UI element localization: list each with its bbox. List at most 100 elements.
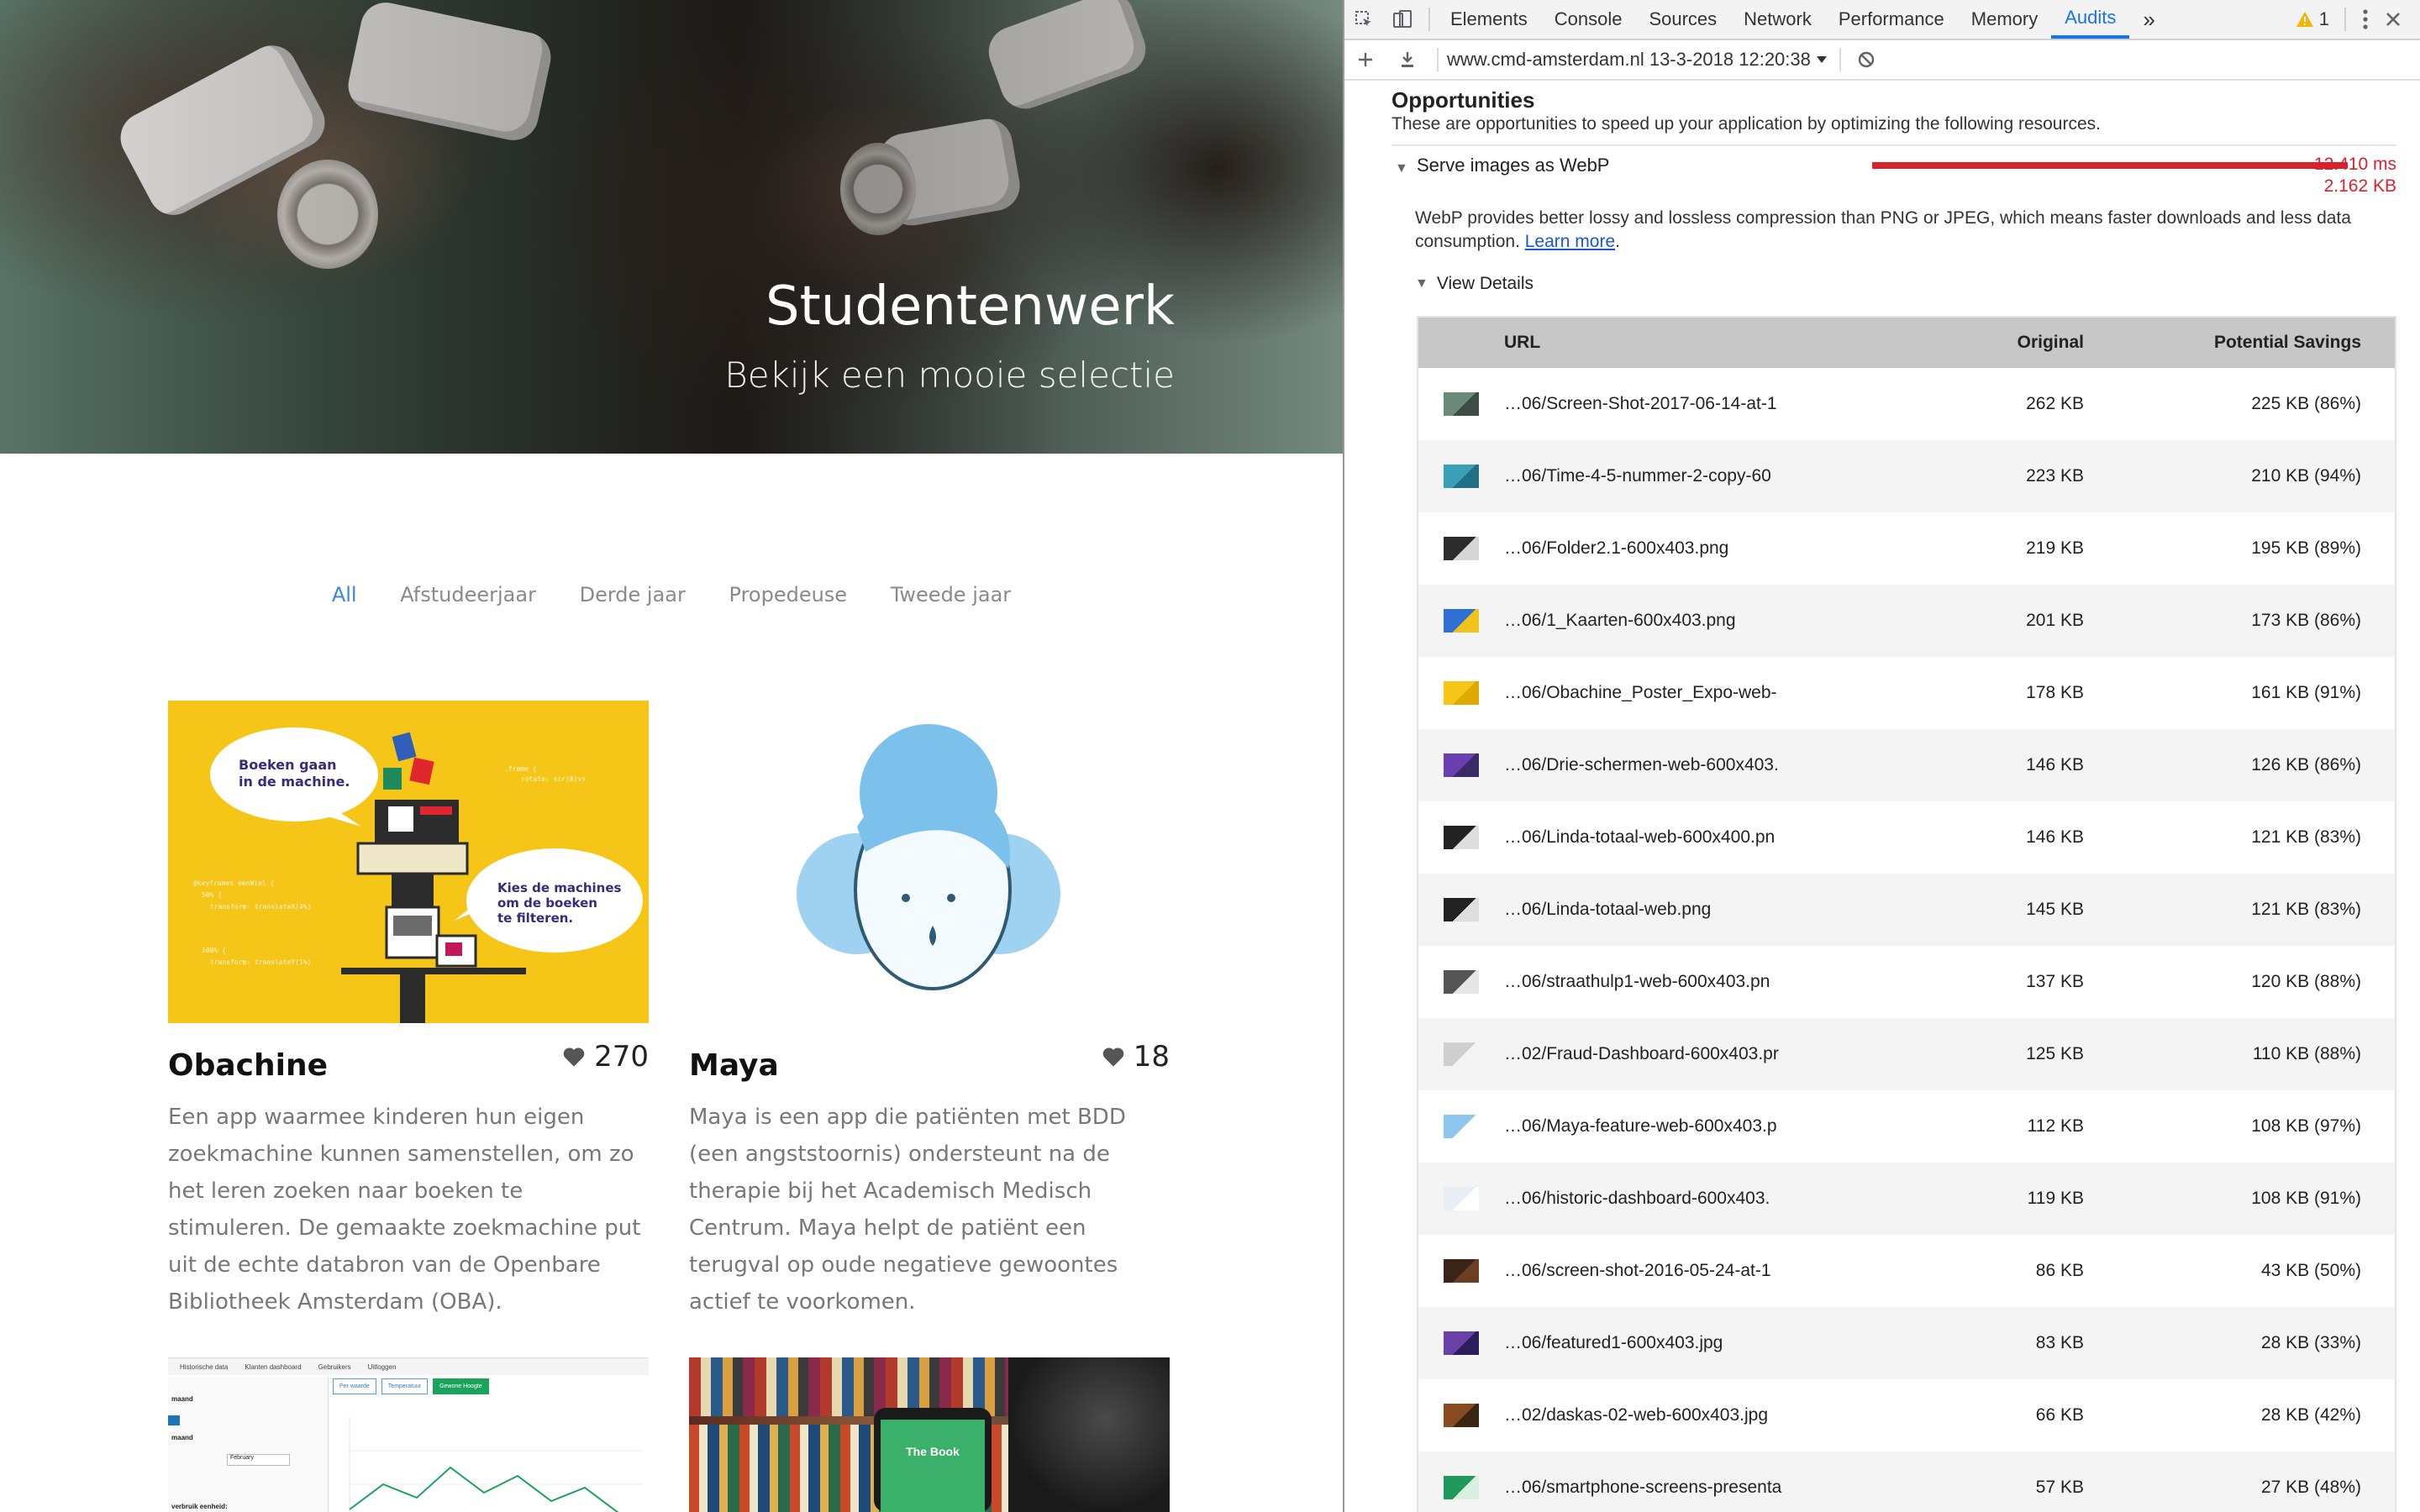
- filter-propedeuse[interactable]: Propedeuse: [729, 583, 848, 606]
- website-viewport: Studentenwerk Bekijk een mooie selectie …: [0, 0, 1343, 1512]
- savings-cell: 195 KB (89%): [2251, 538, 2361, 558]
- project-card-book[interactable]: The Book: [689, 1357, 1170, 1512]
- url-cell[interactable]: …02/daskas-02-web-600x403.jpg: [1504, 1405, 1790, 1425]
- url-cell[interactable]: …02/Fraud-Dashboard-600x403.pr: [1504, 1044, 1790, 1064]
- table-row[interactable]: …06/Obachine_Poster_Expo-web- 178 KB 161 K…: [1418, 657, 2395, 729]
- dashboard-tab: Gebruikers: [318, 1362, 351, 1371]
- download-icon[interactable]: [1386, 40, 1428, 79]
- table-row[interactable]: …06/smartphone-screens-presenta 57 KB 27 K…: [1418, 1452, 2395, 1512]
- like-counter[interactable]: 270: [562, 1040, 649, 1074]
- url-cell[interactable]: …06/screen-shot-2016-05-24-at-1: [1504, 1261, 1790, 1281]
- opportunity-label: Serve images as WebP: [1417, 155, 1610, 176]
- phone-image: The Book: [874, 1408, 992, 1512]
- project-description: Een app waarmee kinderen hun eigen zoekm…: [168, 1105, 641, 1315]
- clear-icon[interactable]: [1849, 40, 1883, 79]
- tab-memory[interactable]: Memory: [1958, 0, 2051, 39]
- like-count: 18: [1133, 1040, 1170, 1074]
- table-row[interactable]: …02/daskas-02-web-600x403.jpg 66 KB 28 KB …: [1418, 1379, 2395, 1452]
- inspect-element-icon[interactable]: [1344, 0, 1383, 39]
- book-thumbnail[interactable]: The Book: [689, 1357, 1170, 1512]
- url-cell[interactable]: …06/1_Kaarten-600x403.png: [1504, 611, 1790, 631]
- more-tabs-button[interactable]: »: [2129, 0, 2168, 39]
- close-icon[interactable]: [2385, 11, 2402, 28]
- url-cell[interactable]: …06/Linda-totaal-web-600x400.pn: [1504, 827, 1790, 848]
- url-cell[interactable]: …06/historic-dashboard-600x403.: [1504, 1189, 1790, 1209]
- learn-more-link[interactable]: Learn more: [1525, 232, 1615, 251]
- new-audit-icon[interactable]: [1344, 40, 1386, 79]
- table-body: …06/Screen-Shot-2017-06-14-at-1 262 KB 225…: [1418, 368, 2395, 1512]
- url-cell[interactable]: …06/Folder2.1-600x403.png: [1504, 538, 1790, 559]
- toolbar-separator: [1437, 48, 1439, 71]
- savings-cell: 121 KB (83%): [2251, 900, 2361, 919]
- dashboard-thumbnail[interactable]: Historische data Klanten dashboard Gebru…: [168, 1357, 649, 1512]
- table-row[interactable]: …06/Maya-feature-web-600x403.p 112 KB 108 …: [1418, 1090, 2395, 1163]
- table-row[interactable]: …06/Folder2.1-600x403.png 219 KB 195 KB (8…: [1418, 512, 2395, 585]
- details-table: URL Original Potential Savings …06/Scree…: [1417, 316, 2396, 1512]
- tab-elements[interactable]: Elements: [1437, 0, 1541, 39]
- table-row[interactable]: …06/straathulp1-web-600x403.pn 137 KB 120 …: [1418, 946, 2395, 1018]
- table-row[interactable]: …06/Linda-totaal-web-600x400.pn 146 KB 121…: [1418, 801, 2395, 874]
- url-cell[interactable]: …06/Time-4-5-nummer-2-copy-60: [1504, 466, 1790, 486]
- url-cell[interactable]: …06/Obachine_Poster_Expo-web-: [1504, 683, 1790, 703]
- url-cell[interactable]: …06/Maya-feature-web-600x403.p: [1504, 1116, 1790, 1137]
- url-cell[interactable]: …06/featured1-600x403.jpg: [1504, 1333, 1790, 1353]
- devtools-panel: Elements Console Sources Network Perform…: [1344, 0, 2420, 1512]
- filter-derde-jaar[interactable]: Derde jaar: [580, 583, 686, 606]
- project-card-dashboard[interactable]: Historische data Klanten dashboard Gebru…: [168, 1357, 649, 1512]
- table-row[interactable]: …06/Linda-totaal-web.png 145 KB 121 KB (83…: [1418, 874, 2395, 946]
- dashboard-line-chart: [349, 1417, 644, 1512]
- url-cell[interactable]: …06/Drie-schermen-web-600x403.: [1504, 755, 1790, 775]
- kebab-menu-icon[interactable]: [2361, 8, 2370, 30]
- project-card-obachine[interactable]: Boeken gaan in de machine. Kies de machin…: [168, 701, 649, 1339]
- table-row[interactable]: …06/historic-dashboard-600x403. 119 KB 108…: [1418, 1163, 2395, 1235]
- like-counter[interactable]: 18: [1102, 1040, 1170, 1074]
- tab-performance[interactable]: Performance: [1825, 0, 1958, 39]
- thumbnail-cell: [1418, 1042, 1504, 1066]
- thumbnail-cell: [1418, 1187, 1504, 1210]
- table-row[interactable]: …06/screen-shot-2016-05-24-at-1 86 KB 43 K…: [1418, 1235, 2395, 1307]
- tab-network[interactable]: Network: [1730, 0, 1825, 39]
- filter-all[interactable]: All: [332, 583, 357, 606]
- thumbnail-cell: [1418, 826, 1504, 849]
- url-cell[interactable]: …06/Screen-Shot-2017-06-14-at-1: [1504, 394, 1790, 414]
- report-selector[interactable]: www.cmd-amsterdam.nl 13-3-2018 12:20:38: [1447, 49, 1828, 71]
- tab-audits[interactable]: Audits: [2051, 0, 2130, 39]
- filter-afstudeerjaar[interactable]: Afstudeerjaar: [400, 583, 536, 606]
- url-cell[interactable]: …06/straathulp1-web-600x403.pn: [1504, 972, 1790, 992]
- filter-tweede-jaar[interactable]: Tweede jaar: [891, 583, 1011, 606]
- maya-thumbnail[interactable]: [689, 701, 1170, 1023]
- svg-text:rotate: scr(8)vs: rotate: scr(8)vs: [521, 775, 586, 783]
- url-header: URL: [1504, 333, 1541, 352]
- dashboard-label: maand: [171, 1395, 193, 1403]
- tab-console[interactable]: Console: [1541, 0, 1636, 39]
- url-cell[interactable]: …06/smartphone-screens-presenta: [1504, 1478, 1790, 1498]
- savings-cell: 126 KB (86%): [2251, 755, 2361, 774]
- savings-header: Potential Savings: [2213, 333, 2361, 352]
- table-row[interactable]: …06/Time-4-5-nummer-2-copy-60 223 KB 210 K…: [1418, 440, 2395, 512]
- project-description: Maya is een app die patiënten met BDD (e…: [689, 1105, 1126, 1315]
- dashboard-button: Gewone Hoogte: [433, 1378, 489, 1394]
- project-title[interactable]: Maya: [689, 1048, 779, 1083]
- image-thumbnail: [1444, 1187, 1479, 1210]
- opportunity-time: 12.410 ms: [2313, 155, 2396, 174]
- project-title[interactable]: Obachine: [168, 1048, 328, 1083]
- table-row[interactable]: …06/Drie-schermen-web-600x403. 146 KB 126 …: [1418, 729, 2395, 801]
- project-card-maya[interactable]: Maya 18 Maya is een app die patiënten me…: [689, 701, 1170, 1339]
- warning-indicator[interactable]: 1: [2296, 8, 2329, 30]
- table-row[interactable]: …06/1_Kaarten-600x403.png 201 KB 173 KB (8…: [1418, 585, 2395, 657]
- original-size-cell: 219 KB: [2026, 538, 2084, 558]
- obachine-thumbnail[interactable]: Boeken gaan in de machine. Kies de machin…: [168, 701, 649, 1023]
- opportunity-webp[interactable]: ▼ Serve images as WebP 12.410 ms 2.162 K…: [1392, 151, 2396, 196]
- tab-sources[interactable]: Sources: [1635, 0, 1730, 39]
- table-row[interactable]: …06/Screen-Shot-2017-06-14-at-1 262 KB 225…: [1418, 368, 2395, 440]
- svg-text:50% {: 50% {: [202, 891, 222, 899]
- url-cell[interactable]: …06/Linda-totaal-web.png: [1504, 900, 1790, 920]
- view-details-toggle[interactable]: ▼ View Details: [1415, 274, 1534, 294]
- device-toolbar-icon[interactable]: [1383, 0, 1422, 39]
- table-row[interactable]: …02/Fraud-Dashboard-600x403.pr 125 KB 110 …: [1418, 1018, 2395, 1090]
- thumbnail-cell: [1418, 1404, 1504, 1427]
- original-size-cell: 112 KB: [2027, 1116, 2084, 1136]
- table-row[interactable]: …06/featured1-600x403.jpg 83 KB 28 KB (33%…: [1418, 1307, 2395, 1379]
- original-size-cell: 83 KB: [2035, 1333, 2084, 1352]
- original-size-cell: 146 KB: [2026, 755, 2084, 774]
